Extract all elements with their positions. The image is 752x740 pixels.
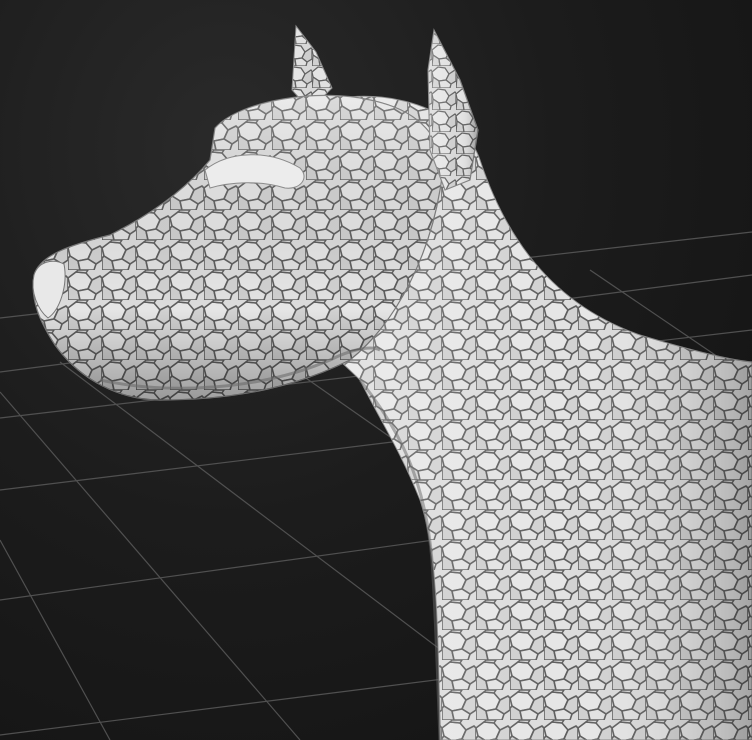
viewport-canvas[interactable]: [0, 0, 752, 740]
dog-sculpt-icon[interactable]: [32, 24, 752, 740]
3d-viewport[interactable]: [0, 0, 752, 740]
